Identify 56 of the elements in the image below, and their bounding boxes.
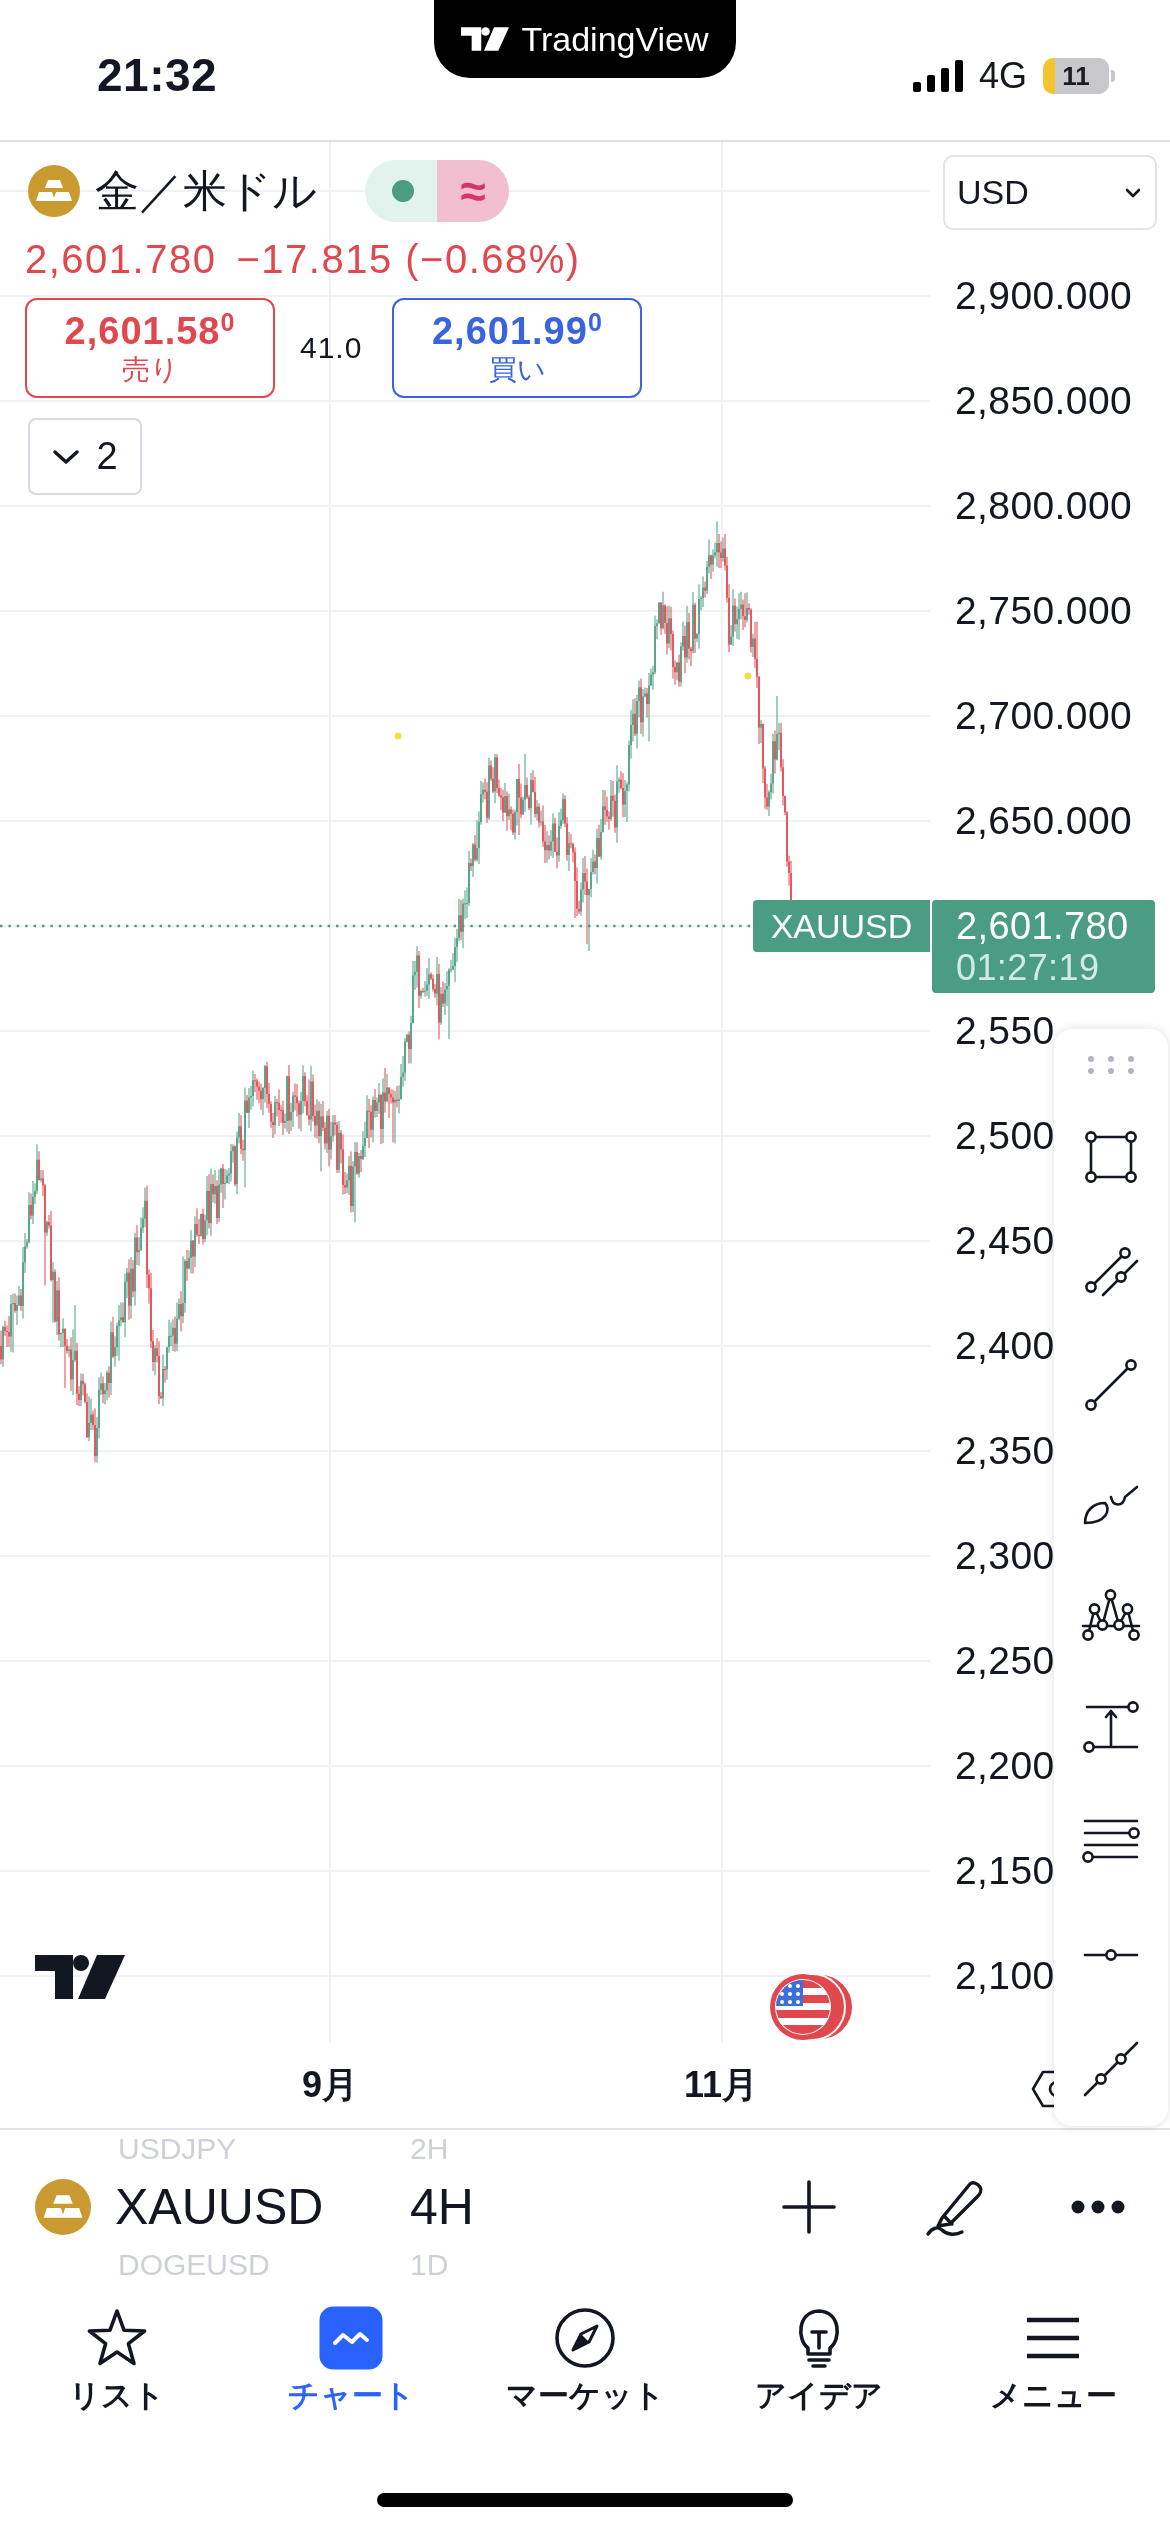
marker-dot-icon	[744, 672, 752, 680]
logo-icon	[461, 27, 510, 51]
price-axis-label: 2,850.000	[955, 379, 1133, 423]
price-axis-label: 2,250	[955, 1639, 1055, 1683]
price-axis-label: 2,300	[955, 1534, 1055, 1578]
spread-value: 41.0	[300, 331, 363, 365]
symbol-name: 金／米ドル	[95, 165, 317, 217]
price-change: −17.815 (−0.68%)	[236, 236, 581, 282]
price-axis-label: 2,800.000	[955, 484, 1133, 528]
price-axis-label: 2,500	[955, 1114, 1055, 1158]
time-axis-label: 9月	[302, 2062, 359, 2107]
sell-button[interactable]: 2,601.58$^{0}$ 売り	[25, 298, 275, 398]
chevron-down-icon	[1125, 187, 1141, 198]
coin-icon	[28, 165, 80, 217]
tab[interactable]: マーケット	[505, 2306, 665, 2416]
marker-dot-icon	[394, 732, 402, 740]
coin-icon	[35, 2179, 91, 2235]
price-axis-label: 2,700.000	[955, 694, 1133, 738]
last-price: 2,601.780	[25, 236, 217, 282]
price-axis-label: 2,450	[955, 1219, 1055, 1263]
current-price: 2,601.780	[956, 904, 1129, 947]
network-type: 4G	[978, 55, 1027, 97]
logo-icon	[35, 1955, 125, 1999]
price-axis-label: 2,400	[955, 1324, 1055, 1368]
price-axis-label: 2,350	[955, 1429, 1055, 1473]
chart-icon	[319, 2306, 383, 2370]
price-axis-label: 2,200	[955, 1744, 1055, 1788]
compass-icon	[553, 2306, 617, 2370]
signal-icon	[912, 60, 963, 92]
plus-icon[interactable]	[781, 2179, 837, 2235]
price-axis-label: 2,650.000	[955, 799, 1133, 843]
drag-handle-icon[interactable]	[1085, 1055, 1137, 1075]
price-axis-label: 2,550	[955, 1009, 1055, 1053]
more-icon[interactable]	[1070, 2199, 1126, 2215]
tab[interactable]: メニュー	[989, 2306, 1117, 2416]
hexagon-icon[interactable]	[1030, 2068, 1054, 2109]
bar-countdown: 01:27:19	[956, 946, 1100, 989]
currency-select[interactable]: USD	[943, 155, 1157, 230]
brand-name: TradingView	[521, 19, 709, 59]
price-axis-label: 2,150	[955, 1849, 1055, 1893]
price-axis-label: 2,900.000	[955, 274, 1133, 318]
tab[interactable]: チャート	[287, 2306, 415, 2416]
battery-level: 11	[1043, 58, 1115, 94]
interval-label[interactable]: 4H	[410, 2178, 474, 2236]
tab[interactable]: リスト	[69, 2306, 165, 2416]
buy-button[interactable]: 2,601.99$^{0}$ 買い	[392, 298, 643, 398]
tab[interactable]: アイデア	[755, 2306, 883, 2416]
price-axis-label: 2,750.000	[955, 589, 1133, 633]
symbol-tag: XAUUSD	[753, 900, 930, 952]
chevron-down-icon	[52, 448, 81, 465]
price-axis-label: 2,100	[955, 1954, 1055, 1998]
symbol-name[interactable]: XAUUSD	[115, 2178, 324, 2236]
clock-time: 21:32	[97, 48, 218, 102]
indicators-toggle[interactable]: 2	[28, 418, 142, 495]
flag-coin-icon[interactable]	[768, 1972, 854, 2042]
time-axis-label: 11月	[684, 2062, 759, 2107]
